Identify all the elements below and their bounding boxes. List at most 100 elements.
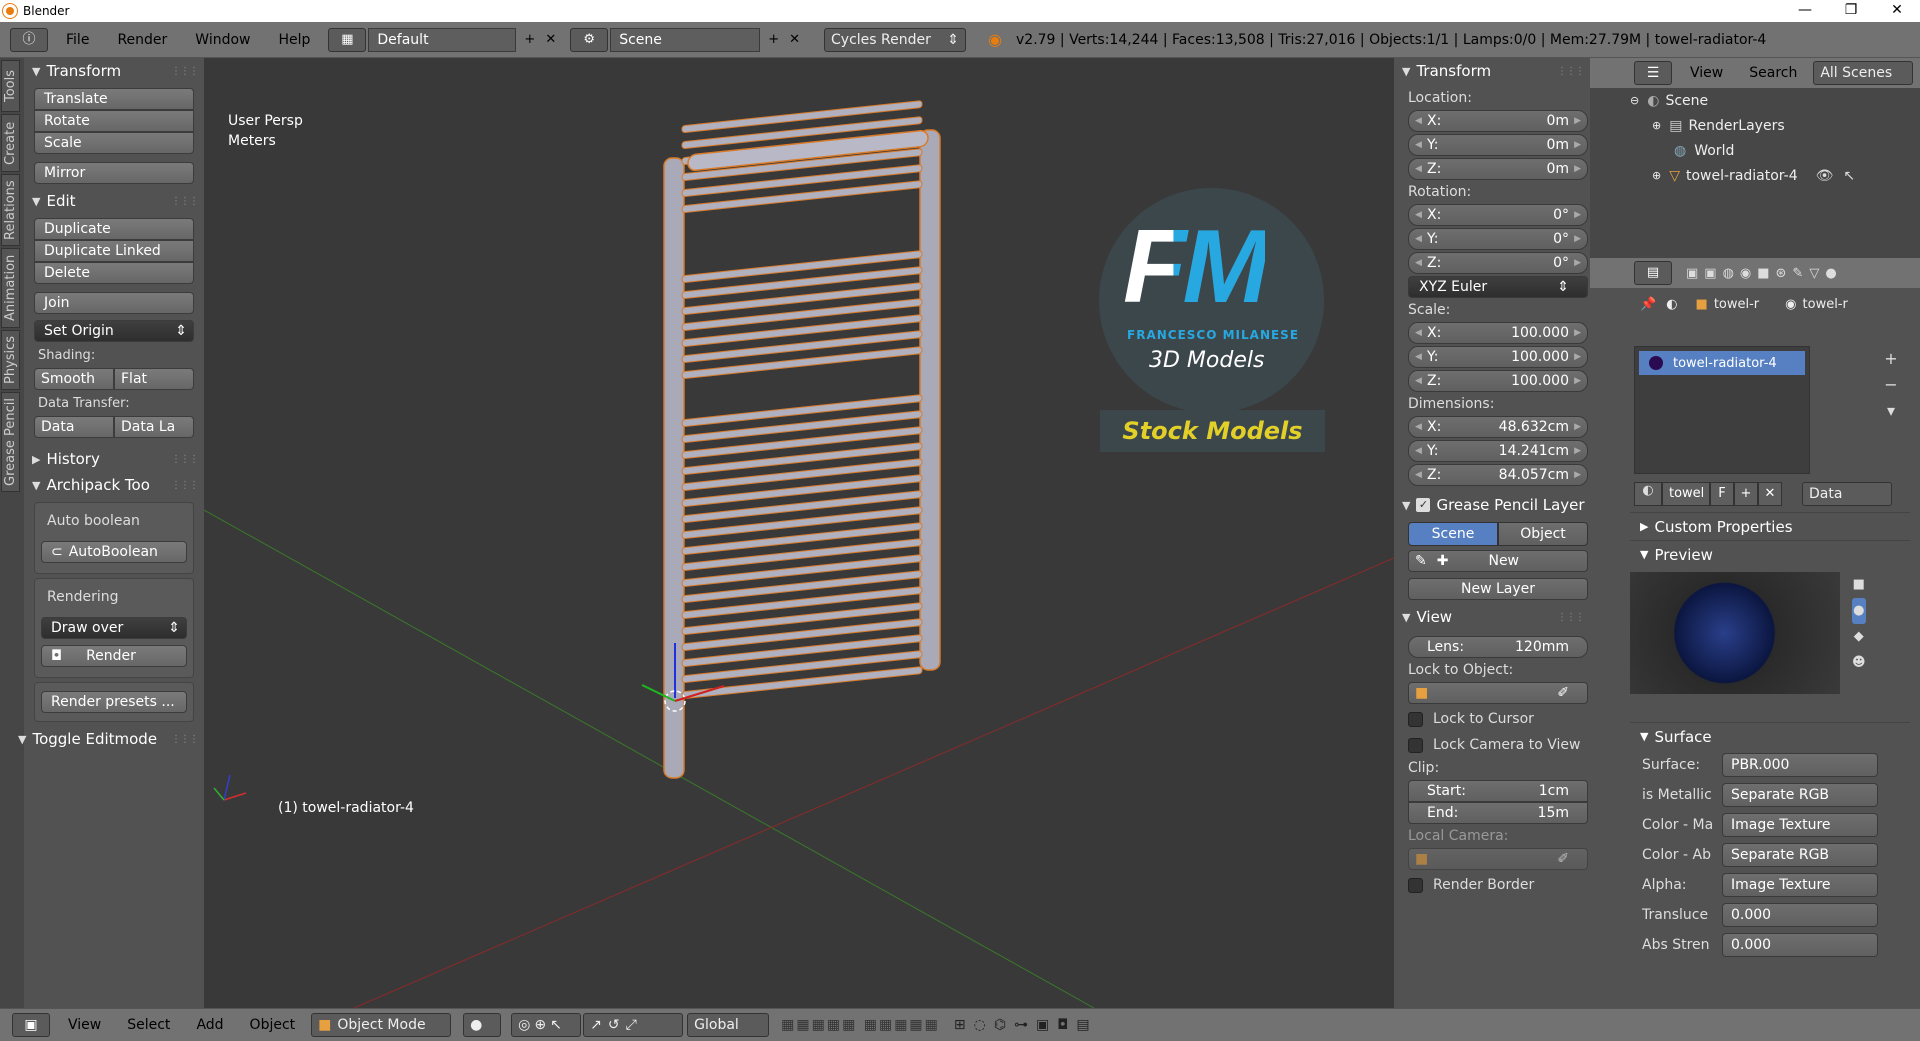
properties-context-tabs[interactable]: ▣▣◍◉■⊛✎▽● — [1686, 266, 1843, 281]
grease-pencil-header[interactable]: ▼ ✓ Grease Pencil Layer — [1394, 492, 1590, 518]
mirror-button[interactable]: Mirror — [34, 162, 194, 184]
autoboolean-button[interactable]: ⊂ AutoBoolean — [41, 541, 187, 563]
lens-field[interactable]: Lens: 120mm — [1408, 636, 1588, 658]
n-transform-header[interactable]: ▼ Transform ⋮⋮⋮ — [1394, 58, 1590, 84]
surface-input-value[interactable]: Separate RGB — [1722, 843, 1878, 867]
new-material-icon[interactable]: + — [1734, 482, 1758, 506]
expand-icon[interactable]: ⊕ — [1652, 169, 1661, 182]
grip-icon[interactable]: ⋮⋮⋮ — [171, 734, 199, 745]
location-x-field[interactable]: ◀ X: 0m ▶ — [1408, 110, 1623, 133]
render-button[interactable]: ◘ Render — [41, 645, 187, 667]
archipack-panel-header[interactable]: ▼ Archipack Too ⋮⋮⋮ — [24, 472, 204, 498]
increment-arrow-icon[interactable]: ▶ — [1574, 328, 1581, 338]
grip-icon[interactable]: ⋮⋮⋮ — [1557, 612, 1585, 623]
surface-input-value[interactable]: Image Texture — [1722, 873, 1878, 897]
decrement-arrow-icon[interactable]: ◀ — [1415, 422, 1422, 432]
scale-z-field[interactable]: ◀ Z: 100.000 ▶ — [1408, 370, 1623, 393]
collapse-icon[interactable]: ⊖ — [1630, 94, 1639, 107]
pin-icon[interactable]: 📌 — [1640, 297, 1656, 312]
set-origin-dropdown[interactable]: Set Origin ⇕ — [34, 320, 194, 342]
outliner-view-menu[interactable]: View — [1690, 65, 1723, 81]
slot-menu-icon[interactable]: ▾ — [1880, 398, 1902, 424]
duplicate-button[interactable]: Duplicate — [34, 218, 194, 240]
lock-camera-checkbox[interactable]: Lock Camera to View — [1394, 732, 1590, 758]
surface-header[interactable]: ▼ Surface — [1630, 722, 1910, 750]
gp-new-button[interactable]: ✎ ✚ New — [1408, 550, 1588, 572]
render-engine-dropdown[interactable]: Cycles Render ⇕ — [824, 27, 967, 52]
view-panel-header[interactable]: ▼ View ⋮⋮⋮ — [1394, 604, 1590, 630]
dimensions-y-field[interactable]: ◀ Y: 14.241cm ▶ — [1408, 440, 1588, 462]
shading-mode-dropdown[interactable]: ● — [463, 1013, 502, 1037]
rotation-y-field[interactable]: ◀ Y: 0° ▶ — [1408, 228, 1623, 251]
pivot-manipulator-icons[interactable]: ◎⊕↖ — [511, 1013, 582, 1037]
location-z-field[interactable]: ◀ Z: 0m ▶ — [1408, 158, 1623, 181]
preview-header[interactable]: ▼ Preview — [1630, 540, 1910, 568]
rotation-mode-dropdown[interactable]: XYZ Euler ⇕ — [1408, 276, 1588, 298]
toggle-editmode-header[interactable]: ▼ Toggle Editmode ⋮⋮⋮ — [10, 726, 204, 752]
outliner-search-menu[interactable]: Search — [1749, 65, 1797, 81]
outliner-editor-icon[interactable]: ☰ — [1634, 61, 1672, 85]
local-camera-field[interactable]: ■ ✐ — [1408, 848, 1588, 870]
minimize-icon[interactable]: — — [1782, 0, 1828, 22]
custom-properties-header[interactable]: ▶ Custom Properties — [1630, 512, 1910, 540]
increment-arrow-icon[interactable]: ▶ — [1574, 140, 1581, 150]
eyedropper-icon[interactable]: ✐ — [1557, 685, 1569, 701]
scene-field[interactable]: Scene — [610, 27, 761, 52]
properties-editor-icon[interactable]: ▤ — [1634, 261, 1672, 285]
dimensions-x-field[interactable]: ◀ X: 48.632cm ▶ — [1408, 416, 1588, 438]
preview-sphere-icon[interactable]: ● — [1852, 598, 1866, 624]
orientation-dropdown[interactable]: Global — [687, 1013, 770, 1037]
increment-arrow-icon[interactable]: ▶ — [1574, 210, 1581, 220]
menu-window[interactable]: Window — [195, 32, 250, 48]
grip-icon[interactable]: ⋮⋮⋮ — [1557, 66, 1585, 77]
material-name-field[interactable]: towel — [1662, 482, 1710, 506]
tab-physics[interactable]: Physics — [1, 330, 20, 390]
decrement-arrow-icon[interactable]: ◀ — [1415, 210, 1422, 220]
history-panel-header[interactable]: ▶ History ⋮⋮⋮ — [24, 446, 204, 472]
3d-viewport[interactable]: User Persp Meters (1) towel-radiator-4 F… — [204, 58, 1394, 1008]
delete-button[interactable]: Delete — [34, 262, 194, 284]
dimensions-z-field[interactable]: ◀ Z: 84.057cm ▶ — [1408, 464, 1588, 486]
clip-start-field[interactable]: Start: 1cm — [1408, 780, 1588, 802]
scale-y-field[interactable]: ◀ Y: 100.000 ▶ — [1408, 346, 1623, 369]
increment-arrow-icon[interactable]: ▶ — [1574, 164, 1581, 174]
rotation-z-field[interactable]: ◀ Z: 0° ▶ — [1408, 252, 1623, 275]
menu-object[interactable]: Object — [250, 1017, 296, 1033]
scene-icon[interactable]: ⚙ — [570, 27, 609, 52]
gp-object-button[interactable]: Object — [1498, 522, 1588, 546]
decrement-arrow-icon[interactable]: ◀ — [1415, 470, 1422, 480]
browse-material-icon[interactable]: ◐ — [1634, 482, 1662, 506]
transform-panel-header[interactable]: ▼ Transform ⋮⋮⋮ — [24, 58, 204, 84]
data-transfer-button[interactable]: Data — [34, 416, 114, 438]
clip-end-field[interactable]: End: 15m — [1408, 802, 1588, 824]
rotation-x-field[interactable]: ◀ X: 0° ▶ — [1408, 204, 1623, 227]
outliner-item-towel-radiator[interactable]: ⊕ ▽ towel-radiator-4 👁 ↖ — [1590, 163, 1920, 188]
lock-object-field[interactable]: ■ ✐ — [1408, 682, 1588, 704]
surface-input-value[interactable]: Image Texture — [1722, 813, 1878, 837]
render-border-checkbox[interactable]: Render Border — [1394, 872, 1590, 898]
layer-buttons[interactable]: ▦▦▦▦▦ ▦▦▦▦▦ — [781, 1017, 940, 1033]
checkbox-icon[interactable]: ✓ — [1416, 498, 1431, 512]
menu-help[interactable]: Help — [278, 32, 310, 48]
fake-user-button[interactable]: F — [1710, 482, 1734, 506]
remove-screen-icon[interactable]: ✕ — [545, 32, 556, 47]
menu-view[interactable]: View — [68, 1017, 101, 1033]
location-y-field[interactable]: ◀ Y: 0m ▶ — [1408, 134, 1623, 157]
data-layout-button[interactable]: Data La — [114, 416, 194, 438]
info-editor-icon[interactable]: ⓘ — [10, 27, 48, 52]
scale-button[interactable]: Scale — [34, 132, 194, 154]
remove-slot-icon[interactable]: − — [1880, 372, 1902, 398]
mode-dropdown[interactable]: ■ Object Mode — [311, 1013, 452, 1037]
increment-arrow-icon[interactable]: ▶ — [1574, 258, 1581, 268]
add-screen-icon[interactable]: + — [524, 32, 535, 47]
menu-select[interactable]: Select — [127, 1017, 170, 1033]
scale-x-field[interactable]: ◀ X: 100.000 ▶ — [1408, 322, 1623, 345]
tab-create[interactable]: Create — [1, 114, 20, 172]
lock-to-cursor-checkbox[interactable]: Lock to Cursor — [1394, 706, 1590, 732]
link-dropdown[interactable]: Data — [1802, 482, 1892, 506]
grip-icon[interactable]: ⋮⋮⋮ — [171, 196, 199, 207]
increment-arrow-icon[interactable]: ▶ — [1574, 116, 1581, 126]
render-presets-button[interactable]: Render presets ... — [41, 691, 187, 713]
outliner-scope-dropdown[interactable]: All Scenes — [1813, 61, 1914, 85]
grip-icon[interactable]: ⋮⋮⋮ — [171, 454, 199, 465]
